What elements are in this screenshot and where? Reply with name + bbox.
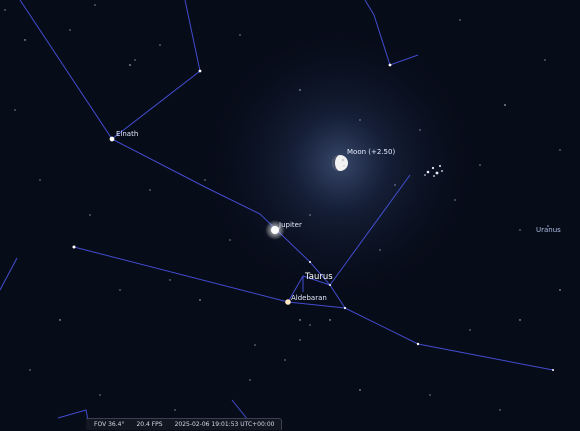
status-bar: FOV 36.4° 20.4 FPS 2025-02-06 19:01:53 U… [86,418,282,430]
fps-readout: 20.4 FPS [136,419,162,430]
label-taurus: Taurus [304,272,333,282]
star[interactable] [344,307,346,309]
label-moon: Moon (+2.50) [347,148,395,156]
planet-jupiter[interactable] [271,226,279,234]
star[interactable] [389,64,392,67]
star-elnath[interactable] [110,137,115,142]
star[interactable] [329,284,331,286]
label-jupiter: Jupiter [278,221,302,229]
star[interactable] [309,261,311,263]
moon[interactable] [332,155,348,171]
star[interactable] [552,369,554,371]
star[interactable] [199,70,202,73]
sky-view[interactable]: Elnath Moon (+2.50) Jupiter Taurus Aldeb… [0,0,580,430]
label-uranus: Uranus [536,226,561,234]
fov-readout: FOV 36.4° [94,419,124,430]
label-elnath: Elnath [116,130,138,138]
star[interactable] [73,246,76,249]
moon-glow [0,0,580,430]
star[interactable] [417,343,419,345]
datetime-readout: 2025-02-06 19:01:53 UTC+00:00 [175,419,275,430]
star-aldebaran[interactable] [285,299,291,305]
label-aldebaran: Aldebaran [291,294,327,302]
